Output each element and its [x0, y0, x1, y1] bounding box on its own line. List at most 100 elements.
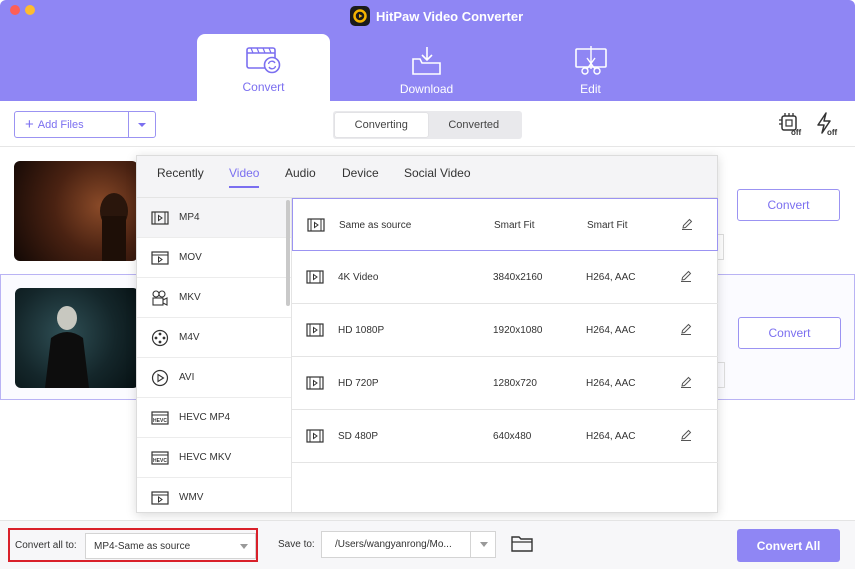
convert-all-to-group: Convert all to: MP4-Same as source [8, 528, 258, 562]
preset-row[interactable]: Same as source Smart Fit Smart Fit [292, 198, 718, 251]
format-label: MP4 [179, 212, 200, 223]
preset-name: 4K Video [338, 272, 379, 283]
format-item-hevc-mp4[interactable]: HEVC HEVC MP4 [137, 398, 291, 438]
convert-icon [245, 47, 280, 74]
format-label: MOV [179, 252, 202, 263]
pencil-icon[interactable] [680, 270, 692, 282]
video-thumbnail[interactable] [14, 161, 138, 261]
chevron-down-icon [240, 544, 248, 549]
tab-edit[interactable]: Edit [524, 34, 657, 101]
preset-row[interactable]: 4K Video 3840x2160 H264, AAC [292, 251, 718, 304]
preset-resolution: Smart Fit [494, 220, 535, 231]
format-item-avi[interactable]: AVI [137, 358, 291, 398]
format-label: WMV [179, 492, 204, 503]
pencil-icon[interactable] [680, 376, 692, 388]
film-icon [307, 218, 325, 232]
convert-all-button[interactable]: Convert All [737, 529, 840, 562]
pencil-icon[interactable] [680, 323, 692, 335]
convert-button[interactable]: Convert [737, 189, 840, 221]
tab-social-video[interactable]: Social Video [404, 166, 471, 180]
hardware-acceleration-off-icon[interactable]: off [778, 112, 804, 137]
format-item-hevc-mkv[interactable]: HEVC HEVC MKV [137, 438, 291, 478]
pencil-icon[interactable] [680, 429, 692, 441]
format-label: HEVC MKV [179, 452, 232, 463]
add-files-dropdown-button[interactable] [129, 112, 155, 137]
format-label: AVI [179, 372, 195, 383]
segment-converting[interactable]: Converting [335, 113, 428, 137]
app-title: HitPaw Video Converter [350, 6, 523, 26]
film-icon [306, 376, 324, 390]
mov-icon [151, 250, 169, 265]
preset-resolution: 3840x2160 [493, 272, 543, 283]
format-item-mp4[interactable]: MP4 [137, 198, 291, 238]
minimize-window-button[interactable] [25, 5, 35, 15]
preset-codec: Smart Fit [587, 220, 628, 231]
preset-name: HD 1080P [338, 325, 385, 336]
segment-converted[interactable]: Converted [428, 113, 521, 137]
preset-codec: H264, AAC [586, 272, 636, 283]
preset-name: HD 720P [338, 378, 379, 389]
preset-resolution: 1920x1080 [493, 325, 543, 336]
tab-device[interactable]: Device [342, 166, 379, 180]
plus-icon: + [25, 116, 34, 133]
folder-icon [511, 536, 533, 552]
format-selector-popup: Recently Video Audio Device Social Video… [136, 155, 718, 513]
tab-recently[interactable]: Recently [157, 166, 204, 180]
format-label: M4V [179, 332, 200, 343]
format-item-mkv[interactable]: MKV [137, 278, 291, 318]
tab-convert[interactable]: Convert [197, 34, 330, 101]
save-to-path-value: /Users/wangyanrong/Mo... [335, 539, 452, 550]
format-item-m4v[interactable]: M4V [137, 318, 291, 358]
divider [470, 532, 471, 557]
hevc-icon: HEVC [151, 450, 169, 465]
hw-accel-off-badge: off [791, 128, 802, 136]
tab-video[interactable]: Video [229, 166, 260, 188]
format-list-scrollbar[interactable] [286, 200, 290, 306]
preset-resolution: 640x480 [493, 431, 532, 442]
add-files-control: + Add Files [14, 111, 156, 138]
turbo-off-badge: off [827, 128, 838, 136]
preset-row[interactable]: HD 720P 1280x720 H264, AAC [292, 357, 718, 410]
preset-codec: H264, AAC [586, 431, 636, 442]
play-circle-icon [151, 369, 169, 386]
chevron-down-icon [138, 122, 146, 127]
preset-name: SD 480P [338, 431, 379, 442]
wmv-icon [151, 490, 169, 505]
turbo-off-icon[interactable]: off [815, 112, 841, 137]
format-item-mov[interactable]: MOV [137, 238, 291, 278]
hevc-icon: HEVC [151, 410, 169, 425]
pencil-icon[interactable] [681, 218, 693, 230]
open-folder-button[interactable] [511, 535, 533, 553]
tab-download-label: Download [399, 82, 454, 96]
camera-icon [152, 289, 168, 306]
add-files-label: Add Files [37, 118, 84, 131]
tab-download[interactable]: Download [360, 34, 493, 101]
toolbar: + Add Files Converting Converted [0, 101, 855, 147]
format-category-tabs: Recently Video Audio Device Social Video [137, 156, 717, 198]
format-item-wmv[interactable]: WMV [137, 478, 291, 512]
close-window-button[interactable] [10, 5, 20, 15]
format-label: HEVC MP4 [179, 412, 231, 423]
tab-convert-label: Convert [242, 80, 285, 94]
edit-icon [574, 46, 607, 75]
save-to-label: Save to: [278, 539, 315, 550]
preset-resolution: 1280x720 [493, 378, 537, 389]
convert-all-to-label: Convert all to: [15, 539, 77, 551]
app-header: HitPaw Video Converter Convert Download … [0, 0, 855, 101]
convert-all-format-value: MP4-Same as source [94, 540, 191, 552]
preset-codec: H264, AAC [586, 325, 636, 336]
save-to-path-select[interactable]: /Users/wangyanrong/Mo... [321, 531, 496, 558]
chevron-down-icon [480, 542, 488, 547]
preset-row[interactable]: HD 1080P 1920x1080 H264, AAC [292, 304, 718, 357]
add-files-button[interactable]: + Add Files [15, 112, 129, 137]
reel-icon [151, 329, 169, 346]
convert-all-format-select[interactable]: MP4-Same as source [85, 533, 256, 559]
tab-audio[interactable]: Audio [285, 166, 316, 180]
preset-list: Same as source Smart Fit Smart Fit 4K Vi… [292, 198, 718, 463]
preset-row[interactable]: SD 480P 640x480 H264, AAC [292, 410, 718, 463]
convert-button[interactable]: Convert [738, 317, 841, 349]
preset-name: Same as source [339, 220, 412, 231]
svg-text:HEVC: HEVC [153, 418, 167, 424]
video-thumbnail[interactable] [15, 288, 139, 388]
download-icon [411, 47, 441, 75]
